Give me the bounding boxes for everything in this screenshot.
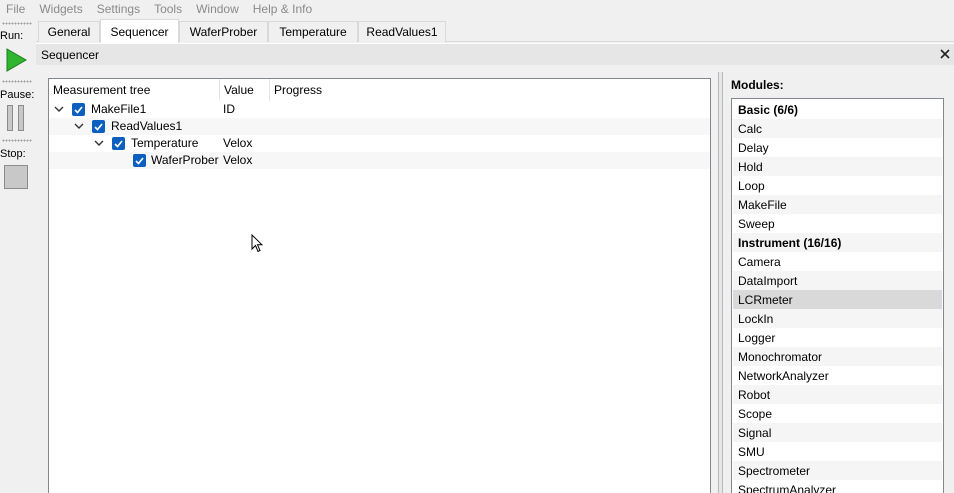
module-item[interactable]: SpectrumAnalyzer — [733, 480, 942, 493]
menu-widgets[interactable]: Widgets — [33, 2, 90, 16]
tree-row[interactable]: MakeFile1 ID — [49, 101, 710, 118]
tree-item-name: ReadValues1 — [111, 119, 183, 133]
column-header-progress[interactable]: Progress — [270, 79, 350, 101]
tab-bar: General Sequencer WaferProber Temperatur… — [36, 18, 954, 43]
panel-splitter[interactable] — [718, 72, 723, 493]
chevron-down-icon[interactable] — [73, 120, 85, 132]
run-toolbar: Run: Pause: Stop: — [0, 18, 36, 493]
stop-button[interactable] — [4, 165, 28, 189]
tab-waferprober[interactable]: WaferProber — [179, 21, 268, 42]
tree-item-value[interactable]: Velox — [223, 153, 252, 167]
modules-label: Modules: — [731, 78, 784, 92]
module-category-instrument[interactable]: Instrument (16/16) — [733, 233, 942, 252]
module-item[interactable]: Calc — [733, 119, 942, 138]
module-item[interactable]: Sweep — [733, 214, 942, 233]
module-category-basic[interactable]: Basic (6/6) — [733, 100, 942, 119]
check-icon — [135, 157, 144, 165]
module-item[interactable]: Monochromator — [733, 347, 942, 366]
tree-checkbox[interactable] — [92, 120, 105, 133]
tree-item-value[interactable]: ID — [223, 102, 235, 116]
tab-sequencer[interactable]: Sequencer — [100, 19, 179, 43]
chevron-down-icon[interactable] — [53, 103, 65, 115]
toolbar-grip[interactable] — [2, 80, 32, 83]
sequencer-dock-title: Sequencer — [36, 43, 954, 65]
menu-tools[interactable]: Tools — [148, 2, 190, 16]
module-item[interactable]: Hold — [733, 157, 942, 176]
tab-readvalues1[interactable]: ReadValues1 — [358, 21, 446, 42]
menu-file[interactable]: File — [0, 2, 33, 16]
check-icon — [74, 106, 83, 114]
tab-temperature[interactable]: Temperature — [268, 21, 358, 42]
tree-row[interactable]: ReadValues1 — [49, 118, 710, 135]
module-item[interactable]: Robot — [733, 385, 942, 404]
menu-help[interactable]: Help & Info — [247, 2, 320, 16]
stop-label: Stop: — [0, 148, 26, 160]
tree-item-name: WaferProber — [151, 153, 219, 167]
column-header-measurement-tree[interactable]: Measurement tree — [49, 79, 220, 101]
toolbar-grip[interactable] — [2, 139, 32, 142]
tree-header: Measurement tree Value Progress — [49, 79, 710, 101]
measurement-tree[interactable]: Measurement tree Value Progress MakeFile… — [48, 78, 711, 493]
menu-bar: File Widgets Settings Tools Window Help … — [0, 0, 954, 18]
module-item[interactable]: Camera — [733, 252, 942, 271]
module-item[interactable]: DataImport — [733, 271, 942, 290]
modules-list[interactable]: Basic (6/6) Calc Delay Hold Loop MakeFil… — [731, 98, 944, 493]
module-item[interactable]: MakeFile — [733, 195, 942, 214]
tree-checkbox[interactable] — [112, 137, 125, 150]
tab-general[interactable]: General — [38, 21, 100, 42]
pause-label: Pause: — [0, 89, 35, 101]
check-icon — [94, 123, 103, 131]
column-header-value[interactable]: Value — [220, 79, 270, 101]
menu-settings[interactable]: Settings — [91, 2, 148, 16]
close-icon[interactable] — [937, 46, 953, 62]
mouse-cursor-icon — [251, 234, 263, 253]
pause-button[interactable] — [6, 105, 26, 131]
tree-row[interactable]: Temperature Velox — [49, 135, 710, 152]
module-item[interactable]: Delay — [733, 138, 942, 157]
module-item[interactable]: Signal — [733, 423, 942, 442]
module-item[interactable]: Logger — [733, 328, 942, 347]
tree-item-name: MakeFile1 — [91, 102, 147, 116]
module-item-selected[interactable]: LCRmeter — [733, 290, 942, 309]
chevron-down-icon[interactable] — [93, 137, 105, 149]
tree-checkbox[interactable] — [133, 154, 146, 167]
module-item[interactable]: SMU — [733, 442, 942, 461]
run-button[interactable] — [5, 48, 27, 72]
dock-title: Sequencer — [41, 48, 100, 62]
play-icon — [6, 48, 27, 72]
pause-icon — [7, 105, 13, 131]
menu-window[interactable]: Window — [190, 2, 247, 16]
tree-item-value[interactable]: Velox — [223, 136, 252, 150]
module-item[interactable]: Spectrometer — [733, 461, 942, 480]
toolbar-grip[interactable] — [2, 22, 32, 25]
module-item[interactable]: NetworkAnalyzer — [733, 366, 942, 385]
tree-item-name: Temperature — [131, 136, 199, 150]
tree-row[interactable]: WaferProber Velox — [49, 152, 710, 169]
check-icon — [114, 140, 123, 148]
module-item[interactable]: Loop — [733, 176, 942, 195]
module-item[interactable]: Scope — [733, 404, 942, 423]
module-item[interactable]: LockIn — [733, 309, 942, 328]
run-label: Run: — [0, 30, 24, 42]
tree-checkbox[interactable] — [72, 103, 85, 116]
